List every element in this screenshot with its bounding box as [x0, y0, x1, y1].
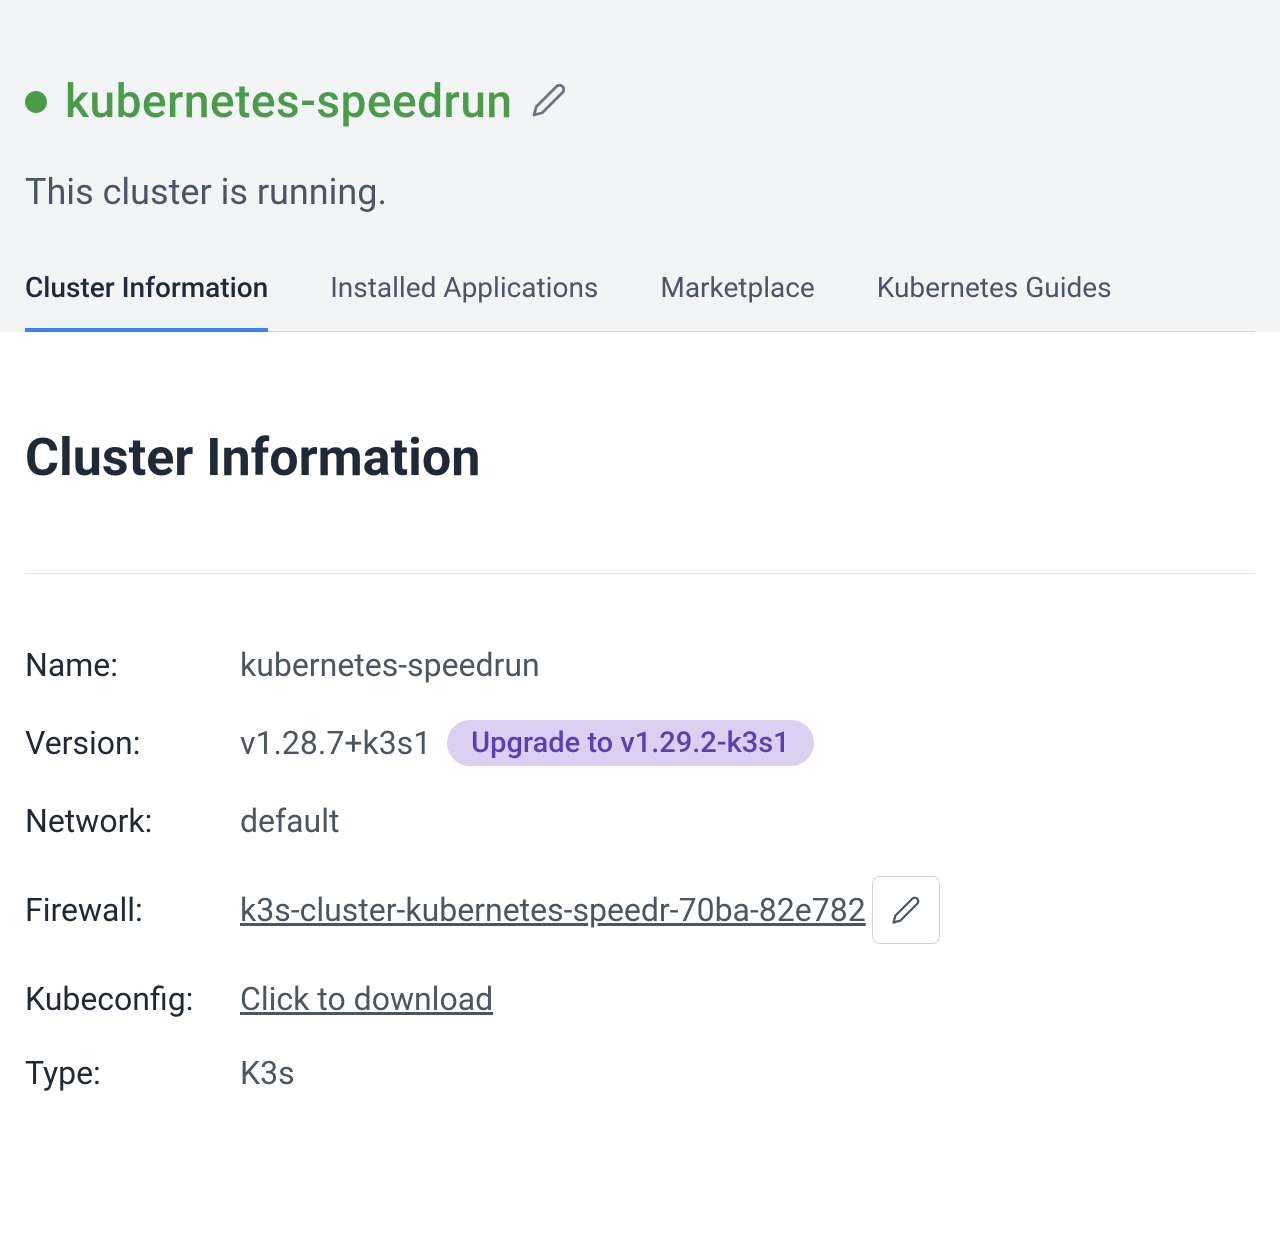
- cluster-name-title: kubernetes-speedrun: [65, 75, 513, 129]
- name-label: Name:: [25, 646, 240, 684]
- status-indicator-icon: [25, 91, 47, 113]
- tabs-nav: Cluster Information Installed Applicatio…: [25, 259, 1255, 332]
- network-value: default: [240, 802, 1255, 840]
- info-table: Name: kubernetes-speedrun Version: v1.28…: [25, 646, 1255, 1092]
- type-value: K3s: [240, 1054, 1255, 1092]
- type-label: Type:: [25, 1054, 240, 1092]
- network-label: Network:: [25, 802, 240, 840]
- name-value: kubernetes-speedrun: [240, 646, 1255, 684]
- cluster-status-text: This cluster is running.: [25, 171, 1255, 213]
- upgrade-badge[interactable]: Upgrade to v1.29.2-k3s1: [447, 720, 813, 766]
- content-section: Cluster Information Name: kubernetes-spe…: [0, 332, 1280, 1092]
- version-value: v1.28.7+k3s1 Upgrade to v1.29.2-k3s1: [240, 720, 1255, 766]
- version-label: Version:: [25, 724, 240, 762]
- version-text: v1.28.7+k3s1: [240, 724, 431, 762]
- tab-kubernetes-guides[interactable]: Kubernetes Guides: [877, 259, 1112, 332]
- tab-marketplace[interactable]: Marketplace: [660, 259, 814, 332]
- tab-installed-applications[interactable]: Installed Applications: [330, 259, 598, 332]
- tab-cluster-information[interactable]: Cluster Information: [25, 259, 268, 332]
- pencil-icon: [891, 895, 921, 925]
- edit-name-icon[interactable]: [531, 82, 567, 122]
- kubeconfig-label: Kubeconfig:: [25, 980, 240, 1018]
- title-row: kubernetes-speedrun: [25, 75, 1255, 129]
- divider: [25, 573, 1255, 574]
- firewall-value: k3s-cluster-kubernetes-speedr-70ba-82e78…: [240, 876, 1255, 944]
- header-section: kubernetes-speedrun This cluster is runn…: [0, 0, 1280, 332]
- firewall-link[interactable]: k3s-cluster-kubernetes-speedr-70ba-82e78…: [240, 891, 866, 929]
- firewall-label: Firewall:: [25, 891, 240, 929]
- kubeconfig-value: Click to download: [240, 980, 1255, 1018]
- section-heading: Cluster Information: [25, 427, 1255, 488]
- edit-firewall-button[interactable]: [872, 876, 940, 944]
- kubeconfig-download-link[interactable]: Click to download: [240, 980, 493, 1018]
